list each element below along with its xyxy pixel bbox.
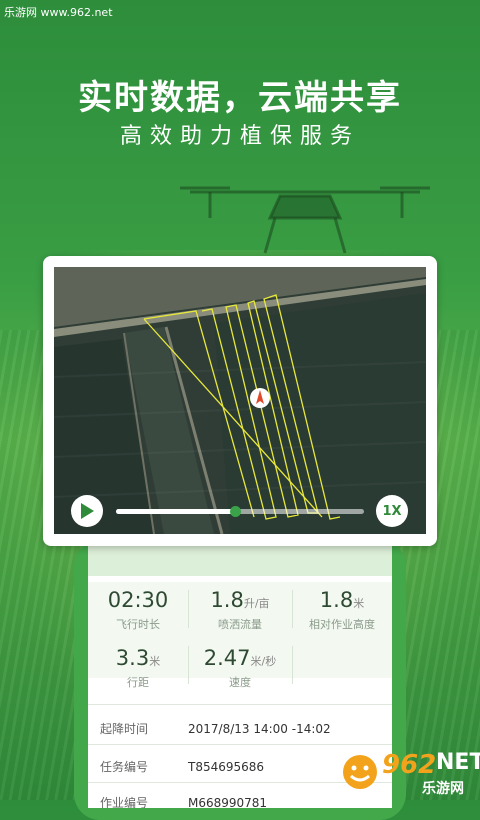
stat-speed: 2.47米/秒 速度 [203, 646, 277, 689]
stat-divider [292, 590, 293, 628]
playback-thumb[interactable] [230, 506, 242, 517]
promo-headline: 实时数据，云端共享 [78, 78, 402, 118]
drone-illustration [180, 186, 430, 254]
site-logo: 962 NET 乐游网 [340, 748, 480, 797]
stat-divider [292, 646, 293, 684]
row-divider [88, 744, 392, 745]
playback-slider[interactable] [116, 506, 364, 517]
satellite-map [54, 267, 426, 534]
logo-net: NET [436, 750, 480, 775]
detail-row-time: 起降时间 2017/8/13 14:00 -14:02 [100, 722, 331, 736]
smiley-logo-icon [343, 755, 377, 789]
detail-row-job-id: 作业编号 M668990781 [100, 796, 268, 808]
promo-subline: 高效助力植保服务 [119, 124, 360, 149]
section-divider [88, 704, 392, 705]
flight-map-card: 1X [43, 256, 437, 546]
stat-row-spacing: 3.3米 行距 [115, 646, 161, 689]
stat-divider [188, 590, 189, 628]
logo-number: 962 [382, 750, 437, 780]
speed-button[interactable]: 1X [376, 495, 408, 527]
stat-working-height: 1.8米 相对作业高度 [309, 588, 375, 631]
stat-spray-flow: 1.8升/亩 喷洒流量 [210, 588, 270, 631]
playback-progress [116, 509, 236, 514]
play-button[interactable] [71, 495, 103, 527]
detail-row-task-id: 任务编号 T854695686 [100, 760, 265, 774]
site-watermark: 乐游网 www.962.net [4, 6, 113, 19]
flight-track-map[interactable]: 1X [54, 267, 426, 534]
logo-chinese: 乐游网 [422, 781, 464, 797]
stat-flight-time: 02:30 飞行时长 [107, 588, 169, 631]
play-icon [81, 503, 94, 519]
stat-divider [188, 646, 189, 684]
